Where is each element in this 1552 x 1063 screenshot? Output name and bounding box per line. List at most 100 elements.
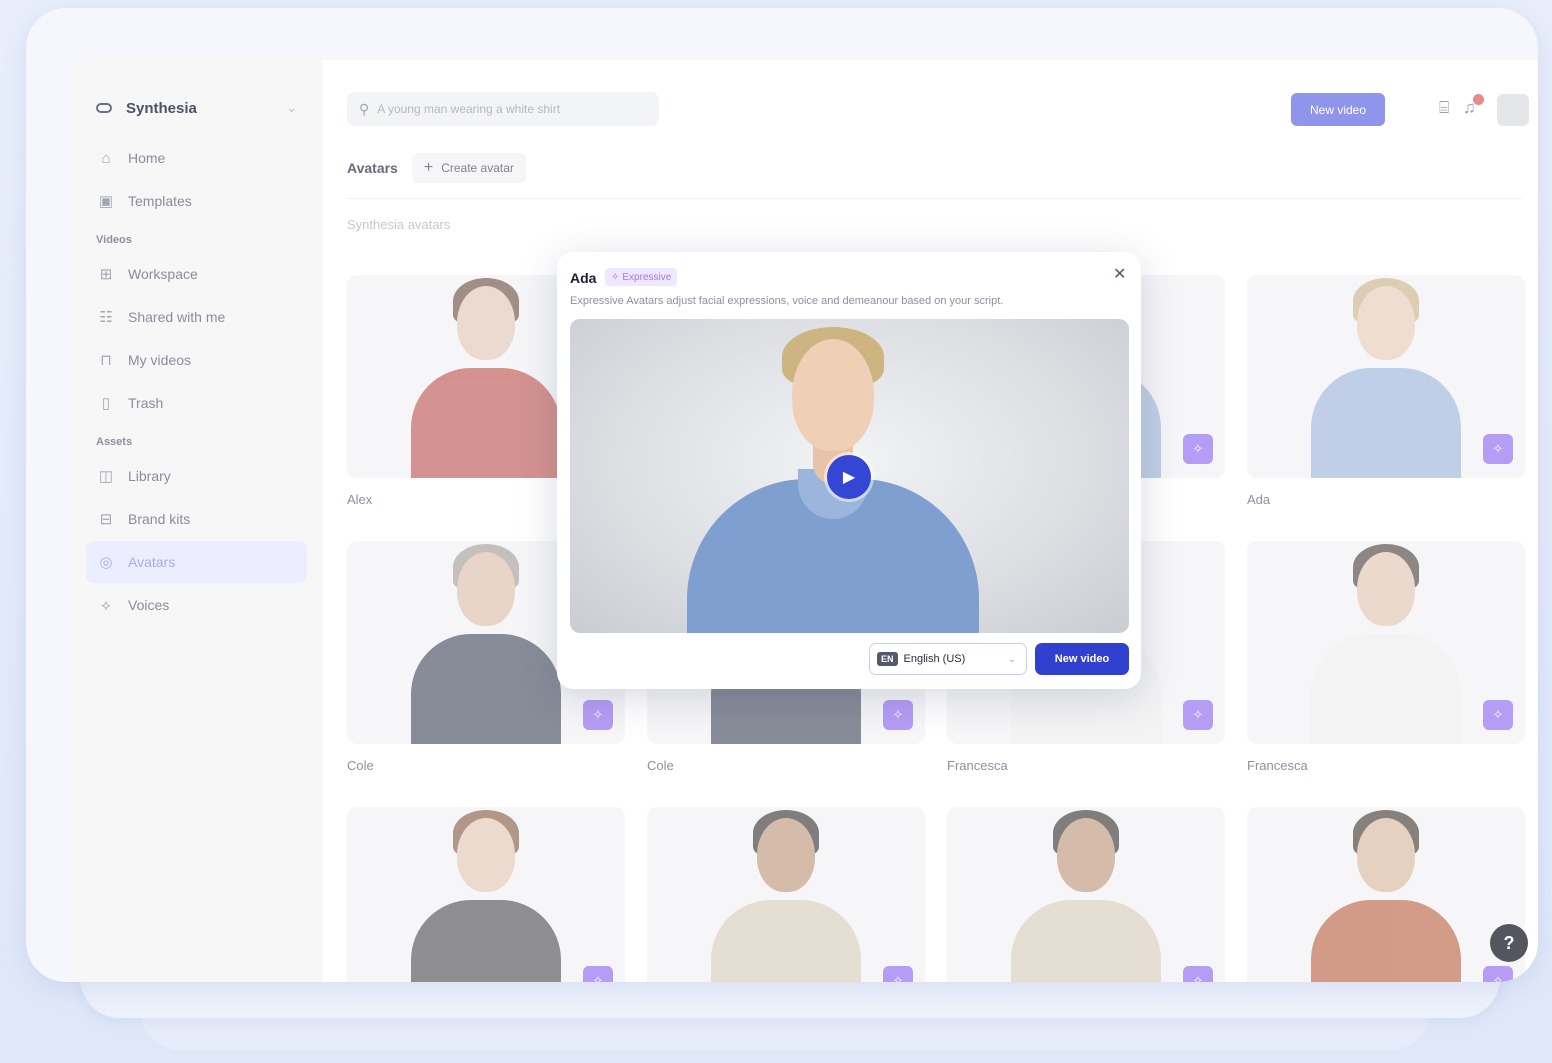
language-flag-badge: EN: [877, 652, 898, 666]
avatar-thumbnail[interactable]: ✧: [1247, 807, 1525, 982]
avatar-thumbnail[interactable]: ✧: [647, 807, 925, 982]
avatar-name: Ada: [1247, 492, 1271, 507]
home-icon: ⌂: [101, 149, 111, 167]
chevron-down-icon: ⌄: [1007, 653, 1016, 665]
avatar-name: Cole: [347, 758, 374, 773]
sidebar-item-label: Brand kits: [128, 511, 191, 527]
sidebar-item-label: Avatars: [128, 554, 176, 570]
sidebar-item-library[interactable]: ◫ Library: [86, 455, 307, 497]
trash-icon: ▯: [101, 395, 111, 412]
avatar-preview-modal: Ada ✧ Expressive ✕ Expressive Avatars ad…: [557, 252, 1141, 689]
sidebar-item-label: Voices: [128, 597, 170, 613]
brand-name: Synthesia: [126, 99, 197, 117]
modal-description: Expressive Avatars adjust facial express…: [570, 295, 1004, 307]
chevron-down-icon: ⌄: [286, 100, 297, 115]
sidebar-item-trash[interactable]: ▯ Trash: [86, 382, 307, 424]
section-label-assets: Assets: [96, 436, 133, 448]
avatar-thumbnail[interactable]: ✧: [347, 807, 625, 982]
expressive-tag-icon: ✧: [1483, 434, 1513, 464]
expressive-tag-icon: ✧: [1183, 966, 1213, 982]
expressive-tag-icon: ✧: [1183, 434, 1213, 464]
search-icon: ⚲: [359, 100, 370, 117]
language-select[interactable]: EN English (US) ⌄: [869, 643, 1027, 675]
templates-icon: ▣: [98, 193, 114, 210]
avatar-icon: ◎: [99, 554, 113, 571]
sidebar-item-label: Shared with me: [128, 309, 226, 325]
page-title: Avatars: [347, 160, 398, 176]
avatar-figure: [711, 810, 861, 982]
section-label-videos: Videos: [96, 234, 132, 246]
lock-icon: ⊓: [100, 352, 112, 369]
grid-icon: ⊞: [99, 266, 113, 283]
user-avatar[interactable]: [1497, 94, 1529, 126]
close-icon[interactable]: ✕: [1113, 264, 1126, 284]
avatar-figure: [1011, 810, 1161, 982]
expressive-tag-icon: ✧: [883, 700, 913, 730]
brand-kit-icon: ⊟: [99, 511, 113, 528]
avatar-name: Francesca: [947, 758, 1008, 773]
avatar-figure: [1311, 278, 1461, 478]
search-placeholder: A young man wearing a white shirt: [377, 102, 561, 116]
expressive-badge: ✧ Expressive: [605, 268, 678, 286]
sidebar-item-home[interactable]: ⌂ Home: [86, 137, 307, 179]
sidebar-item-label: My videos: [128, 352, 192, 368]
sidebar-item-label: Home: [128, 150, 166, 166]
voice-icon: ⟡: [101, 596, 111, 614]
expressive-tag-icon: ✧: [1483, 966, 1513, 982]
expressive-tag-icon: ✧: [1183, 700, 1213, 730]
expressive-tag-icon: ✧: [1483, 700, 1513, 730]
avatar-figure: [411, 278, 561, 478]
users-icon: ☷: [99, 309, 113, 326]
avatar-card[interactable]: ✧: [647, 807, 925, 982]
sidebar-item-my-videos[interactable]: ⊓ My videos: [86, 339, 307, 381]
modal-new-video-button[interactable]: New video: [1035, 643, 1129, 675]
expressive-tag-icon: ✧: [583, 966, 613, 982]
create-avatar-button[interactable]: + Create avatar: [411, 153, 526, 183]
sidebar-item-templates[interactable]: ▣ Templates: [86, 180, 307, 222]
avatar-name: Francesca: [1247, 758, 1308, 773]
avatar-figure: [1311, 810, 1461, 982]
expressive-tag-icon: ✧: [583, 700, 613, 730]
page-header: Avatars + Create avatar: [347, 152, 526, 184]
sidebar-item-voices[interactable]: ⟡ Voices: [86, 584, 307, 626]
avatar-figure: [411, 810, 561, 982]
avatar-figure: [411, 544, 561, 744]
avatar-figure: [1311, 544, 1461, 744]
avatar-card[interactable]: ✧ Ada: [1247, 275, 1525, 508]
create-avatar-label: Create avatar: [441, 161, 514, 175]
sidebar-item-label: Library: [128, 468, 171, 484]
language-label: English (US): [903, 653, 966, 665]
sidebar-item-avatars[interactable]: ◎ Avatars: [86, 541, 307, 583]
help-button[interactable]: ?: [1490, 924, 1528, 962]
sidebar-item-shared-with-me[interactable]: ☷ Shared with me: [86, 296, 307, 338]
avatar-name: Cole: [647, 758, 674, 773]
workspace-switcher[interactable]: Synthesia ⌄: [86, 80, 307, 136]
expressive-tag-icon: ✧: [883, 966, 913, 982]
avatar-card[interactable]: ✧: [1247, 807, 1525, 982]
play-icon[interactable]: ▶: [827, 455, 871, 499]
avatar-preview-video[interactable]: ▶: [570, 319, 1129, 633]
sparkle-icon: ✧: [611, 271, 620, 283]
sidebar-item-label: Templates: [128, 193, 192, 209]
modal-title: Ada: [570, 270, 597, 286]
avatar-card[interactable]: ✧ Francesca: [1247, 541, 1525, 774]
avatar-figure-head: [792, 339, 874, 451]
synthesia-logo-icon: [96, 103, 112, 113]
search-input[interactable]: ⚲ A young man wearing a white shirt: [347, 92, 659, 126]
gift-icon[interactable]: ⌸: [1439, 98, 1449, 118]
sidebar: Synthesia ⌄ ⌂ Home ▣ Templates Videos ⊞ …: [70, 60, 323, 982]
sidebar-item-label: Workspace: [128, 266, 198, 282]
avatar-thumbnail[interactable]: ✧: [1247, 275, 1525, 478]
sidebar-item-label: Trash: [128, 395, 164, 411]
avatar-card[interactable]: ✧: [347, 807, 625, 982]
new-video-button[interactable]: New video: [1291, 93, 1385, 126]
avatar-thumbnail[interactable]: ✧: [947, 807, 1225, 982]
header-divider: [347, 198, 1522, 199]
notification-badge: [1473, 94, 1484, 105]
avatar-thumbnail[interactable]: ✧: [1247, 541, 1525, 744]
avatar-card[interactable]: ✧: [947, 807, 1225, 982]
book-icon: ◫: [98, 468, 114, 485]
plus-icon: +: [423, 159, 434, 176]
sidebar-item-brand-kits[interactable]: ⊟ Brand kits: [86, 498, 307, 540]
sidebar-item-workspace[interactable]: ⊞ Workspace: [86, 253, 307, 295]
